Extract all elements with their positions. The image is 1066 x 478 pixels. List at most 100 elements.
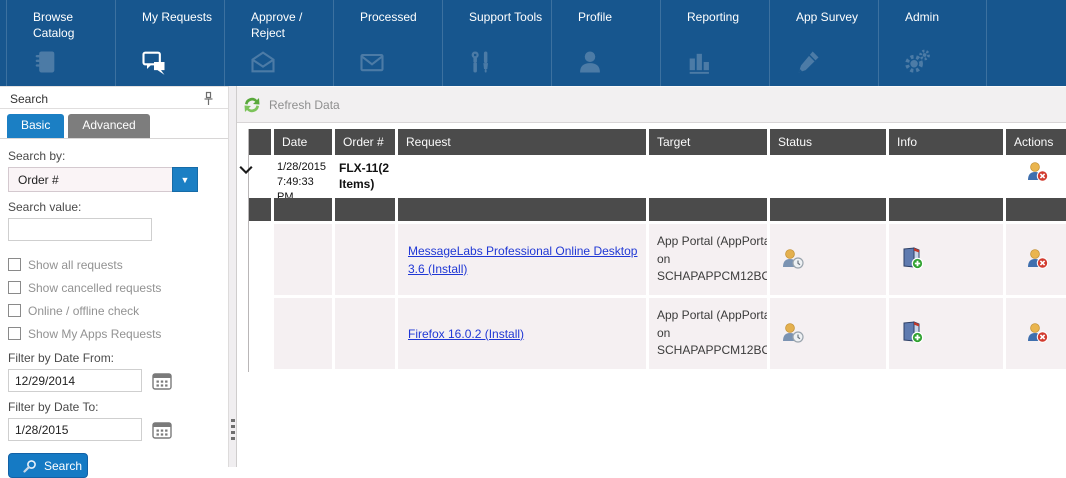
row-actions-cell [1006,298,1066,369]
nav-item-label: Admin [879,0,986,25]
user-clock-icon [780,319,806,348]
group-status-cell [770,155,886,198]
nav-item-browse-catalog[interactable]: Browse Catalog [6,0,115,86]
nav-item-label: Profile [552,0,660,25]
checkbox-label: Show all requests [28,258,123,272]
nav-item-reporting[interactable]: Reporting [660,0,769,86]
nav-item-app-survey[interactable]: App Survey [769,0,878,86]
column-header-actions[interactable]: Actions [1006,129,1066,155]
calendar-icon[interactable] [152,421,172,439]
refresh-icon [242,95,262,115]
subheader-cell [335,198,395,221]
nav-item-my-requests[interactable]: My Requests [115,0,224,86]
row-target-cell: App Portal (AppPortal) on SCHAPAPPCM12BO… [649,298,767,369]
nav-item-label: Browse Catalog [7,0,115,41]
column-header-target[interactable]: Target [649,129,767,155]
grid-toolbar: Refresh Data [237,86,1066,123]
request-link[interactable]: MessageLabs Professional Online Desktop … [408,242,646,278]
checkbox-box[interactable] [8,258,21,271]
column-header-expander [249,129,271,155]
row-info-cell [889,298,1003,369]
tools-icon [467,48,497,78]
requests-table: Date Order # Request Target Status Info … [248,129,1066,372]
chevron-down-icon[interactable]: ▼ [172,167,198,192]
tab-advanced[interactable]: Advanced [68,114,149,138]
target-text: App Portal (AppPortal) on SCHAPAPPCM12BO… [657,233,767,285]
app-install-icon[interactable] [899,319,925,348]
subheader-cell [889,198,1003,221]
column-header-request[interactable]: Request [398,129,646,155]
requests-main-area: Refresh Data Date Order # Request Target… [237,86,1066,467]
column-header-status[interactable]: Status [770,129,886,155]
panel-splitter[interactable] [228,86,237,467]
nav-item-admin[interactable]: Admin [878,0,987,86]
user-clock-icon [780,245,806,274]
cancel-request-icon[interactable] [1024,319,1050,348]
row-actions-cell [1006,224,1066,295]
subheader-cell [398,198,646,221]
group-order-number: FLX-11(2 Items) [335,155,395,198]
search-by-dropdown[interactable]: Order # ▼ [8,167,198,192]
checkbox-show-my-apps-requests[interactable]: Show My Apps Requests [8,322,220,345]
search-value-label: Search value: [8,200,220,214]
nav-item-approve-reject[interactable]: Approve / Reject [224,0,333,86]
nav-item-profile[interactable]: Profile [551,0,660,86]
nav-item-support-tools[interactable]: Support Tools [442,0,551,86]
nav-item-label: My Requests [116,0,224,25]
cancel-request-icon[interactable] [1024,158,1050,187]
row-order-cell [335,224,395,295]
row-request-cell: Firefox 16.0.2 (Install) [398,298,646,369]
search-value-input[interactable] [8,218,152,241]
nav-item-processed[interactable]: Processed [333,0,442,86]
refresh-label: Refresh Data [269,98,340,112]
pin-icon[interactable] [202,91,216,107]
date-from-input[interactable] [8,369,142,392]
nav-item-label: Reporting [661,0,769,25]
group-info-cell [889,155,1003,198]
row-date-cell [274,224,332,295]
date-to-input[interactable] [8,418,142,441]
refresh-data-button[interactable]: Refresh Data [237,95,340,115]
app-install-icon[interactable] [899,245,925,274]
envelope-icon [358,48,388,78]
nav-item-label: App Survey [770,0,878,25]
column-header-order[interactable]: Order # [335,129,395,155]
catalog-icon [31,48,61,78]
row-expander-cell [249,224,271,295]
checkbox-box[interactable] [8,327,21,340]
subheader-cell [249,198,271,221]
group-date: 1/28/2015 7:49:33 PM [274,155,332,198]
search-by-value[interactable]: Order # [8,167,172,192]
subheader-cell [274,198,332,221]
group-row-expander-cell [249,155,271,198]
magnifier-icon [23,459,37,473]
column-header-info[interactable]: Info [889,129,1003,155]
nav-item-label: Support Tools [443,0,551,25]
row-status-cell [770,224,886,295]
splitter-grip-icon [231,419,235,443]
checkbox-box[interactable] [8,281,21,294]
tab-basic[interactable]: Basic [7,114,64,138]
checkbox-online-offline-check[interactable]: Online / offline check [8,299,220,322]
gears-icon [903,48,933,78]
checkbox-show-cancelled-requests[interactable]: Show cancelled requests [8,276,220,299]
search-panel: Search Basic Advanced Search by: Order #… [0,86,228,467]
checkbox-label: Show My Apps Requests [28,327,161,341]
group-request-cell [398,155,646,198]
group-target-cell [649,155,767,198]
group-expander-chevron-icon[interactable] [239,163,253,175]
date-from-label: Filter by Date From: [8,351,220,365]
date-to-label: Filter by Date To: [8,400,220,414]
search-button[interactable]: Search [8,453,88,478]
search-by-label: Search by: [8,149,220,163]
request-link[interactable]: Firefox 16.0.2 (Install) [408,325,524,343]
column-header-date[interactable]: Date [274,129,332,155]
checkbox-label: Show cancelled requests [28,281,161,295]
search-tabs: Basic Advanced [0,109,228,139]
nav-item-label: Approve / Reject [225,0,333,41]
checkbox-show-all-requests[interactable]: Show all requests [8,253,220,276]
cancel-request-icon[interactable] [1024,245,1050,274]
checkbox-box[interactable] [8,304,21,317]
subheader-cell [770,198,886,221]
calendar-icon[interactable] [152,372,172,390]
